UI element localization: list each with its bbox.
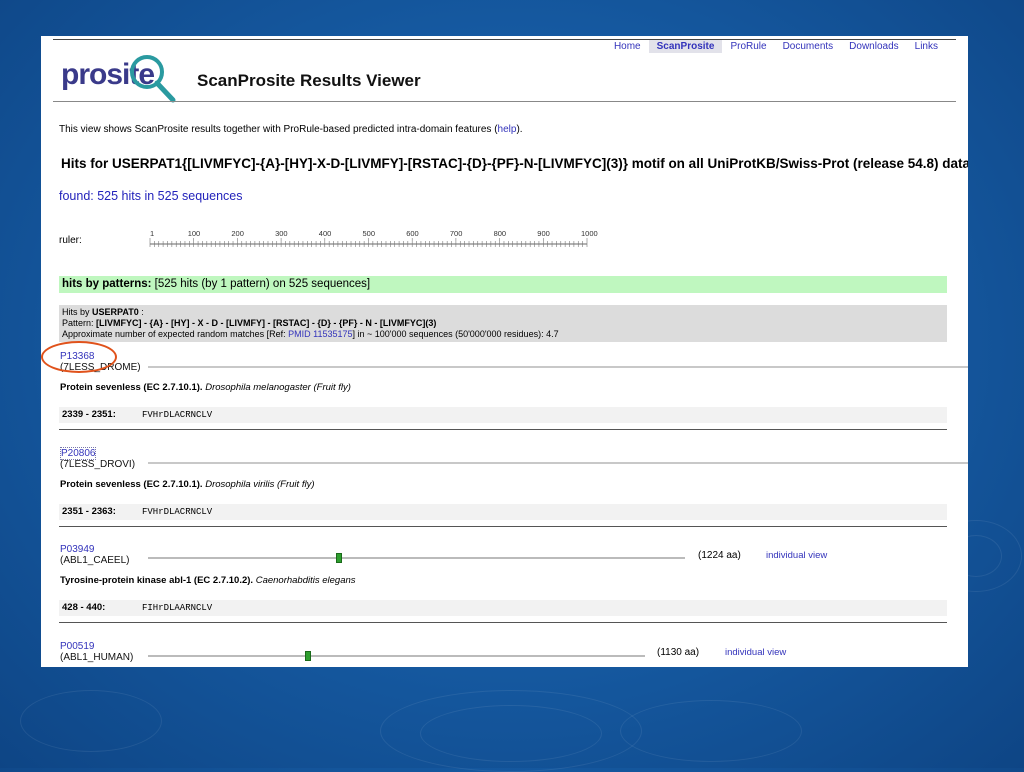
entry-p00519: P00519 (ABL1_HUMAN) <box>60 641 133 663</box>
position-ruler: 1 100 200 300 400 500 600 700 800 900 1000 <box>149 229 598 247</box>
found-count: found: 525 hits in 525 sequences <box>59 189 243 203</box>
background-ripple <box>20 690 162 752</box>
pattern-line-2: Pattern: [LIVMFYC] - {A} - [HY] - X - D … <box>62 318 437 328</box>
sequence-line <box>148 462 968 464</box>
entry-separator <box>59 622 947 623</box>
background-ripple <box>420 705 602 762</box>
ruler-tick-label: 600 <box>406 229 419 238</box>
entry-description: Protein sevenless (EC 2.7.10.1). Drosoph… <box>60 382 351 393</box>
sequence-length: (1224 aa) <box>698 550 741 561</box>
match-marker[interactable] <box>305 651 311 661</box>
ruler-label: ruler: <box>59 235 82 246</box>
entry-description: Tyrosine-protein kinase abl-1 (EC 2.7.10… <box>60 575 356 586</box>
entry-description: Protein sevenless (EC 2.7.10.1). Drosoph… <box>60 479 315 490</box>
header-divider <box>53 101 956 102</box>
sequence-length: (1130 aa) <box>657 647 700 658</box>
intro-text: This view shows ScanProsite results toge… <box>59 124 523 135</box>
entry-id: (ABL1_CAEEL) <box>60 555 130 566</box>
pattern-line-3: Approximate number of expected random ma… <box>62 329 559 339</box>
match-row: 428 - 440: FIHrDLAARNCLV <box>59 600 947 616</box>
accession-link[interactable]: P03949 <box>60 544 94 555</box>
page-title: ScanProsite Results Viewer <box>197 71 421 90</box>
nav-home[interactable]: Home <box>606 40 649 53</box>
sequence-line <box>148 557 685 559</box>
highlight-circle <box>41 341 117 373</box>
nav-links[interactable]: Links <box>907 40 946 53</box>
sequence-line <box>148 655 645 657</box>
nav-downloads[interactable]: Downloads <box>841 40 906 53</box>
ruler-tick-label: 900 <box>537 229 550 238</box>
ruler-tick-label: 100 <box>188 229 201 238</box>
top-nav: Home ScanProsite ProRule Documents Downl… <box>606 40 946 53</box>
ruler-tick-label: 400 <box>319 229 332 238</box>
individual-view-link[interactable]: individual view <box>766 550 827 561</box>
ruler-tick-label: 1000 <box>581 229 598 238</box>
pattern-line-1: Hits by USERPAT0 : <box>62 307 144 317</box>
patterns-bar: hits by patterns: [525 hits (by 1 patter… <box>59 276 947 293</box>
ruler-tick-label: 1 <box>150 229 154 238</box>
entry-id: (7LESS_DROVI) <box>60 459 136 470</box>
accession-link[interactable]: P00519 <box>60 641 94 652</box>
entry-p03949: P03949 (ABL1_CAEEL) <box>60 544 129 566</box>
background-ripple <box>620 700 802 762</box>
ruler-tick-label: 500 <box>363 229 376 238</box>
hits-title: Hits for USERPAT1{[LIVMFYC]-{A}-[HY]-X-D… <box>61 156 968 171</box>
nav-documents[interactable]: Documents <box>775 40 842 53</box>
entry-p20806: P20806 (7LESS_DROVI) <box>60 447 136 470</box>
nav-scanprosite[interactable]: ScanProsite <box>648 40 723 53</box>
entry-separator <box>59 429 947 430</box>
match-marker[interactable] <box>336 553 342 563</box>
entry-separator <box>59 526 947 527</box>
ruler-tick-label: 700 <box>450 229 463 238</box>
pmid-link[interactable]: PMID 11535175 <box>288 329 352 339</box>
match-row: 2339 - 2351: FVHrDLACRNCLV <box>59 407 947 423</box>
ruler-tick-label: 300 <box>275 229 288 238</box>
ruler-tick-label: 200 <box>231 229 244 238</box>
sequence-line <box>148 366 968 368</box>
help-link[interactable]: help <box>498 124 517 135</box>
screenshot-panel: prosite ScanProsite Results Viewer Home … <box>41 36 968 667</box>
nav-prorule[interactable]: ProRule <box>722 40 774 53</box>
prosite-logo: prosite <box>61 55 176 103</box>
match-row: 2351 - 2363: FVHrDLACRNCLV <box>59 504 947 520</box>
pattern-box: Hits by USERPAT0 : Pattern: [LIVMFYC] - … <box>59 305 947 342</box>
entry-id: (ABL1_HUMAN) <box>60 652 134 663</box>
ruler-tick-label: 800 <box>494 229 507 238</box>
individual-view-link[interactable]: individual view <box>725 647 786 658</box>
